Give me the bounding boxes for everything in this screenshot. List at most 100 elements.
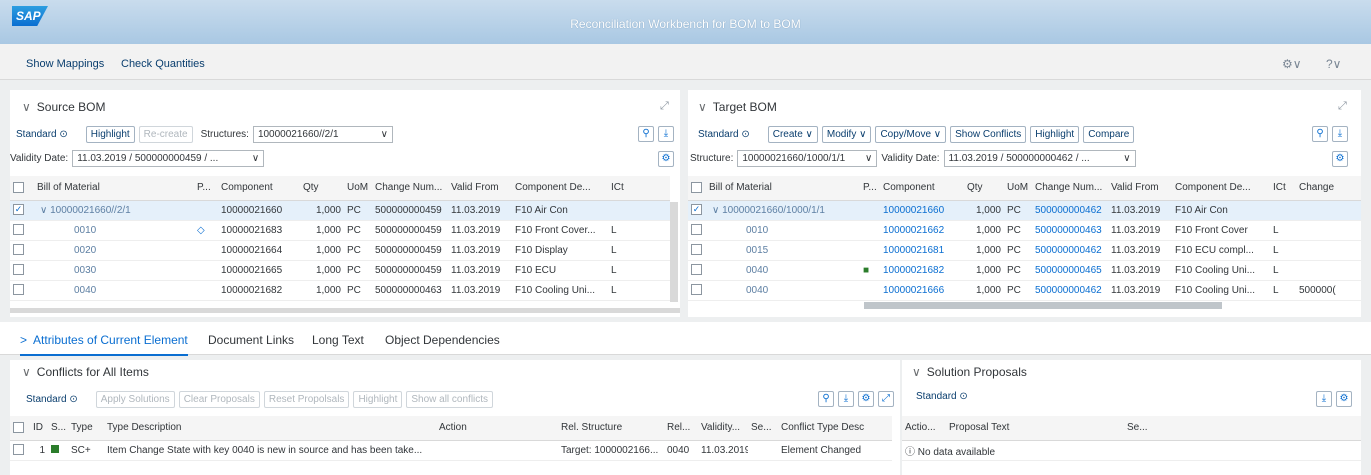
apply-solutions-button[interactable]: Apply Solutions [95, 391, 175, 408]
column-header[interactable]: Bill of Material [34, 176, 194, 201]
column-header[interactable]: Component [218, 176, 300, 201]
column-header[interactable]: Proposal Text [946, 416, 1124, 441]
download-icon[interactable]: ⤓ [1316, 391, 1332, 407]
recreate-button[interactable]: Re-create [138, 126, 193, 143]
variant-standard[interactable]: Standard ⊙ [698, 129, 750, 140]
settings-icon[interactable]: ⚙∨ [1282, 57, 1302, 71]
cell[interactable]: 500000000463 [1032, 220, 1108, 241]
column-header[interactable]: Se... [748, 416, 778, 441]
cell[interactable]: 500000000465 [1032, 260, 1108, 281]
validity-select[interactable]: 11.03.2019 / 500000000459 / ... ∨ [72, 150, 265, 167]
column-header[interactable]: Change Num... [372, 176, 448, 201]
row-checkbox[interactable] [13, 224, 24, 236]
validity-select[interactable]: 11.03.2019 / 500000000462 / ... ∨ [943, 150, 1136, 167]
settings-icon[interactable]: ⚙ [1332, 151, 1348, 167]
table-row[interactable]: ✓ ∨ 10000021660/1000/1/1 10000021660 1,000 P… [688, 200, 1361, 221]
reset-proposals-button[interactable]: Reset Propolsals [263, 391, 350, 408]
column-header[interactable]: Valid From [1108, 176, 1172, 201]
search-icon[interactable]: ⚲ [1312, 126, 1328, 142]
row-checkbox[interactable] [691, 224, 702, 236]
column-header[interactable]: Rel... [664, 416, 698, 441]
show-conflicts-button[interactable]: Show Conflicts [950, 126, 1027, 143]
tree-node[interactable]: 0015 [706, 240, 860, 261]
cell[interactable]: 10000021662 [880, 220, 964, 241]
column-header[interactable]: P... [194, 176, 218, 201]
table-row[interactable]: 0030 10000021665 1,000 PC 500000000459 11.03.… [10, 260, 670, 281]
settings-icon[interactable]: ⚙ [1336, 391, 1352, 407]
select-all-checkbox[interactable] [13, 182, 24, 194]
modify-menu[interactable]: Modify ∨ [821, 126, 872, 143]
check-quantities-button[interactable]: Check Quantities [121, 58, 205, 70]
column-header[interactable]: Change Num... [1032, 176, 1108, 201]
search-icon[interactable]: ⚲ [638, 126, 654, 142]
row-checkbox[interactable] [13, 264, 24, 276]
row-checkbox[interactable] [691, 284, 702, 296]
highlight-button[interactable]: Highlight [85, 126, 135, 143]
row-checkbox[interactable] [691, 244, 702, 256]
clear-proposals-button[interactable]: Clear Proposals [178, 391, 260, 408]
column-header[interactable]: P... [860, 176, 880, 201]
tree-node[interactable]: 0030 [34, 260, 194, 281]
tree-node[interactable]: 0020 [34, 240, 194, 261]
column-header[interactable]: ID [30, 416, 48, 441]
variant-standard[interactable]: Standard ⊙ [26, 394, 78, 405]
variant-standard[interactable]: Standard ⊙ [16, 129, 68, 140]
tree-node[interactable]: 0010 [706, 220, 860, 241]
column-header[interactable]: Change [1296, 176, 1361, 201]
column-header[interactable]: Type [68, 416, 104, 441]
collapse-icon[interactable]: ∨ [698, 100, 707, 114]
show-all-conflicts-button[interactable]: Show all conflicts [406, 391, 494, 408]
table-row[interactable]: 0040 10000021666 1,000 PC 500000000462 11.03.… [688, 280, 1361, 301]
horizontal-scrollbar[interactable] [10, 308, 680, 313]
column-header[interactable]: UoM [344, 176, 372, 201]
row-checkbox[interactable] [691, 264, 702, 276]
structures-select[interactable]: 10000021660//2/1 ∨ [252, 126, 393, 143]
tree-node[interactable]: 0040 [34, 280, 194, 301]
fullscreen-icon[interactable]: ⤢ [878, 391, 894, 407]
row-checkbox[interactable]: ✓ [13, 204, 24, 216]
column-header[interactable]: Action [436, 416, 558, 441]
download-icon[interactable]: ⤓ [1332, 126, 1348, 142]
column-header[interactable]: Valid From [448, 176, 512, 201]
tree-node[interactable]: 0010 [34, 220, 194, 241]
column-header[interactable]: Bill of Material [706, 176, 860, 201]
column-header[interactable]: ICt [1270, 176, 1296, 201]
tree-node[interactable]: ∨ 10000021660/1000/1/1 [706, 200, 860, 221]
download-icon[interactable]: ⤓ [838, 391, 854, 407]
select-all-checkbox[interactable] [691, 182, 702, 194]
table-row[interactable]: 0040 10000021682 1,000 PC 500000000463 11.03.… [10, 280, 670, 301]
tab-long-text[interactable]: Long Text [312, 333, 364, 347]
help-icon[interactable]: ?∨ [1326, 57, 1341, 71]
tab-document-links[interactable]: Document Links [208, 333, 294, 347]
cell[interactable]: 10000021666 [880, 280, 964, 301]
highlight-button[interactable]: Highlight [1030, 126, 1080, 143]
tab-attributes[interactable]: > Attributes of Current Element [20, 333, 188, 356]
collapse-icon[interactable]: ∨ [22, 365, 31, 379]
copy-move-menu[interactable]: Copy/Move ∨ [875, 126, 947, 143]
structure-select[interactable]: 10000021660/1000/1/1 ∨ [737, 150, 878, 167]
cell[interactable]: 10000021681 [880, 240, 964, 261]
column-header[interactable]: Type Description [104, 416, 436, 441]
select-all-checkbox[interactable] [13, 422, 24, 434]
row-checkbox[interactable]: ✓ [691, 204, 702, 216]
table-row[interactable]: 0010 ◇ 10000021683 1,000 PC 500000000459 11.03… [10, 220, 670, 241]
column-header[interactable]: Actio... [902, 416, 946, 441]
column-header[interactable]: Validity... [698, 416, 748, 441]
cell[interactable]: 500000000462 [1032, 200, 1108, 221]
fullscreen-icon[interactable]: ⤢ [1338, 100, 1347, 113]
table-row[interactable]: 0015 10000021681 1,000 PC 500000000462 11.03.… [688, 240, 1361, 261]
table-row[interactable]: 0020 10000021664 1,000 PC 500000000459 11.03.… [10, 240, 670, 261]
download-icon[interactable]: ⤓ [658, 126, 674, 142]
tree-node[interactable]: ∨ 10000021660//2/1 [34, 200, 194, 221]
column-header[interactable]: Conflict Type Desc [778, 416, 892, 441]
highlight-button[interactable]: Highlight [353, 391, 403, 408]
variant-standard[interactable]: Standard ⊙ [916, 391, 968, 402]
show-mappings-button[interactable]: Show Mappings [26, 58, 104, 70]
column-header[interactable]: S... [48, 416, 68, 441]
row-checkbox[interactable] [13, 244, 24, 256]
tree-node[interactable]: 0040 [706, 280, 860, 301]
table-row[interactable]: 0010 10000021662 1,000 PC 500000000463 11.03.… [688, 220, 1361, 241]
create-menu[interactable]: Create ∨ [767, 126, 818, 143]
table-row[interactable]: 0040 ■ 10000021682 1,000 PC 500000000465 11.03… [688, 260, 1361, 281]
horizontal-scrollbar[interactable] [864, 302, 1222, 309]
